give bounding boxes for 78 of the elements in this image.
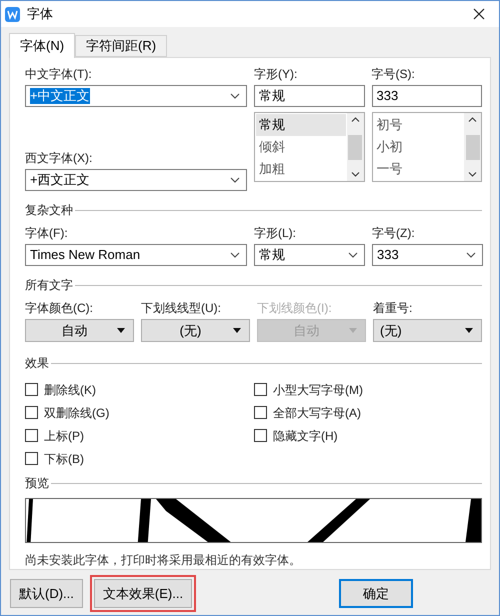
checkbox-label: 上标(P): [44, 428, 84, 444]
checkbox[interactable]: [25, 383, 38, 396]
chevron-down-icon: [466, 252, 476, 258]
size-input[interactable]: 333: [372, 85, 482, 107]
section-title: 效果: [25, 355, 49, 372]
combo-value: Times New Roman: [30, 247, 140, 263]
list-option[interactable]: 一号: [374, 158, 463, 180]
field-label: 字形(Y):: [254, 66, 298, 82]
checkbox-label: 双删除线(G): [44, 404, 110, 422]
checkbox[interactable]: [25, 406, 38, 419]
scroll-down-icon[interactable]: [468, 172, 477, 177]
scrollbar[interactable]: [464, 113, 481, 181]
option-list[interactable]: 初号 小初 一号: [372, 112, 482, 182]
field-label: 字体(F):: [25, 225, 69, 241]
field-label: 字形(L):: [254, 225, 297, 241]
dropdown-button[interactable]: (无): [141, 319, 250, 342]
option-list[interactable]: 常规 倾斜 加粗: [254, 112, 364, 182]
font-combo-box[interactable]: +西文正文: [25, 169, 247, 191]
font-combo-box[interactable]: Times New Roman: [25, 244, 247, 266]
section-title: 所有文字: [25, 277, 73, 294]
list-option[interactable]: 加粗: [256, 158, 346, 180]
section-title: 预览: [25, 475, 49, 492]
field-label: 字号(S):: [372, 66, 416, 82]
font-combo-box[interactable]: 333: [372, 244, 483, 266]
scroll-down-icon[interactable]: [350, 172, 360, 177]
checkbox[interactable]: [254, 406, 267, 419]
tab[interactable]: 字体(N): [9, 33, 76, 58]
list-option[interactable]: 初号: [374, 114, 463, 136]
chevron-down-icon: [230, 252, 240, 258]
chevron-down-icon: [230, 177, 240, 183]
checkbox-label: 下标(B): [44, 450, 84, 468]
preview-note: 尚未安装此字体，打印时将采用最相近的有效字体。: [25, 552, 302, 569]
dropdown-button[interactable]: 自动: [25, 319, 134, 342]
field-label: 着重号:: [373, 300, 414, 316]
list-option[interactable]: 常规: [256, 114, 346, 136]
dialog-button[interactable]: 文本效果(E)...: [94, 579, 192, 608]
scroll-thumb[interactable]: [348, 134, 362, 160]
dropdown-arrow-icon: [465, 328, 473, 333]
list-option[interactable]: 小初: [374, 136, 463, 158]
combo-value: 333: [377, 247, 399, 263]
scroll-thumb[interactable]: [466, 134, 480, 160]
scroll-up-icon[interactable]: [468, 117, 477, 122]
dropdown-arrow-icon: [117, 328, 125, 333]
checkbox[interactable]: [25, 429, 38, 442]
checkbox-label: 删除线(K): [44, 382, 96, 398]
field-label: 字体颜色(C):: [25, 300, 94, 316]
checkbox[interactable]: [254, 383, 267, 396]
list-option[interactable]: 倾斜: [256, 136, 346, 158]
section-title: 复杂文种: [25, 202, 73, 219]
font-combo-box[interactable]: 常规: [254, 244, 365, 266]
dropdown-arrow-icon: [233, 328, 241, 333]
chevron-down-icon: [348, 252, 358, 258]
close-icon[interactable]: [473, 8, 485, 20]
checkbox-label: 小型大写字母(M): [273, 382, 363, 398]
field-label: 下划线线型(U):: [141, 300, 222, 316]
field-label: 下划线颜色(I):: [257, 300, 333, 316]
checkbox[interactable]: [254, 429, 267, 442]
field-label: 西文字体(X):: [25, 150, 94, 166]
dropdown-button[interactable]: (无): [373, 319, 482, 342]
combo-value: +中文正文: [30, 88, 90, 104]
field-label: 字号(Z):: [372, 225, 416, 241]
window-title: 字体: [27, 5, 53, 24]
style-input[interactable]: 常规: [254, 85, 364, 107]
checkbox[interactable]: [25, 452, 38, 465]
scrollbar[interactable]: [346, 113, 364, 181]
combo-value: +西文正文: [30, 172, 90, 188]
dialog-button[interactable]: 确定: [339, 579, 414, 608]
field-label: 中文字体(T):: [25, 66, 93, 82]
chevron-down-icon: [230, 93, 240, 99]
dropdown-arrow-icon: [349, 328, 357, 333]
app-logo-icon: [5, 6, 20, 22]
combo-value: 常规: [259, 247, 285, 263]
tab[interactable]: 字符间距(R): [75, 35, 168, 57]
font-combo-box[interactable]: +中文正文: [25, 85, 247, 107]
checkbox-label: 全部大写字母(A): [273, 404, 361, 422]
dialog-button[interactable]: 默认(D)...: [10, 579, 83, 608]
scroll-up-icon[interactable]: [350, 117, 360, 122]
checkbox-label: 隐藏文字(H): [273, 428, 338, 444]
